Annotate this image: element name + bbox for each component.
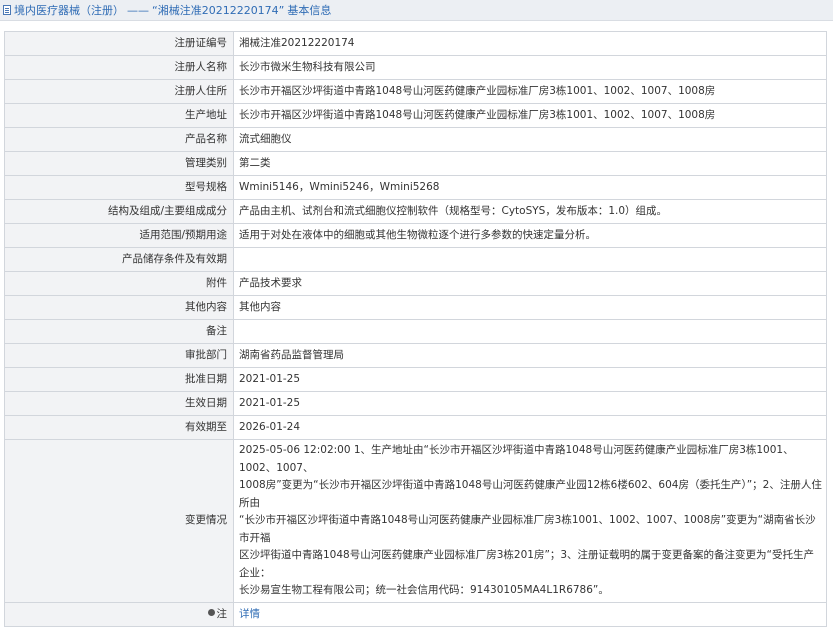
pin-icon [207,609,215,616]
row-label: 其他内容 [4,295,234,320]
breadcrumb: 境内医疗器械（注册） —— “湘械注准20212220174” 基本信息 [0,0,833,21]
row-label: 注册人住所 [4,79,234,104]
row-label: 管理类别 [4,151,234,176]
row-value: 2021-01-25 [233,367,827,392]
row-label: 型号规格 [4,175,234,200]
row-label: 产品名称 [4,127,234,152]
row-label: 生效日期 [4,391,234,416]
row-value: 产品技术要求 [233,271,827,296]
table-row: 注册人名称 长沙市微米生物科技有限公司 [4,55,827,80]
table-row: 批准日期 2021-01-25 [4,367,827,392]
row-value: 适用于对处在液体中的细胞或其他生物微粒逐个进行多参数的快速定量分析。 [233,223,827,248]
change-line: 区沙坪街道中青路1048号山河医药健康产业园标准厂房3栋201房”；3、注册证载… [239,549,815,579]
registration-info-table: 注册证编号 湘械注准20212220174 注册人名称 长沙市微米生物科技有限公司 … [4,31,827,627]
row-label: 有效期至 [4,415,234,440]
table-row: 注册证编号 湘械注准20212220174 [4,31,827,56]
row-value: 2026-01-24 [233,415,827,440]
row-value: 流式细胞仪 [233,127,827,152]
row-label: 审批部门 [4,343,234,368]
breadcrumb-separator: —— [127,3,149,17]
table-row: 附件 产品技术要求 [4,271,827,296]
table-row: 生产地址 长沙市开福区沙坪街道中青路1048号山河医药健康产业园标准厂房3栋100… [4,103,827,128]
table-row: 管理类别 第二类 [4,151,827,176]
row-label: 附件 [4,271,234,296]
table-row: 产品名称 流式细胞仪 [4,127,827,152]
table-row-note: 注 详情 [4,601,827,627]
row-label: 批准日期 [4,367,234,392]
table-row-change: 变更情况 2025-05-06 12:02:00 1、生产地址由“长沙市开福区沙… [4,439,827,603]
row-value: 湖南省药品监督管理局 [233,343,827,368]
table-row: 适用范围/预期用途 适用于对处在液体中的细胞或其他生物微粒逐个进行多参数的快速定量… [4,223,827,248]
breadcrumb-current: “湘械注准20212220174” [152,4,285,17]
table-row: 结构及组成/主要组成成分 产品由主机、试剂台和流式细胞仪控制软件（规格型号：Cyt… [4,199,827,224]
note-label: 注 [216,607,228,620]
table-row: 备注 [4,319,827,344]
row-label: 注册证编号 [4,31,234,56]
breadcrumb-tail: 基本信息 [287,4,332,17]
row-value: 长沙市微米生物科技有限公司 [233,55,827,80]
document-icon [3,5,11,15]
row-value [233,319,827,344]
row-value: 长沙市开福区沙坪街道中青路1048号山河医药健康产业园标准厂房3栋1001、10… [233,79,827,104]
row-value: 其他内容 [233,295,827,320]
change-line: 1008房”变更为“长沙市开福区沙坪街道中青路1048号山河医药健康产业园12栋… [239,479,822,509]
table-row: 有效期至 2026-01-24 [4,415,827,440]
breadcrumb-root-link[interactable]: 境内医疗器械（注册） [14,2,124,18]
note-label-cell: 注 [4,601,234,627]
change-line: 2025-05-06 12:02:00 1、生产地址由“长沙市开福区沙坪街道中青… [239,444,794,474]
table-row: 型号规格 Wmini5146，Wmini5246，Wmini5268 [4,175,827,200]
row-label: 生产地址 [4,103,234,128]
table-row: 审批部门 湖南省药品监督管理局 [4,343,827,368]
row-value: 产品由主机、试剂台和流式细胞仪控制软件（规格型号：CytoSYS，发布版本：1.… [233,199,827,224]
row-value [233,247,827,272]
table-row: 注册人住所 长沙市开福区沙坪街道中青路1048号山河医药健康产业园标准厂房3栋10… [4,79,827,104]
row-label: 适用范围/预期用途 [4,223,234,248]
table-row: 产品储存条件及有效期 [4,247,827,272]
row-label: 备注 [4,319,234,344]
row-value: 湘械注准20212220174 [233,31,827,56]
row-label: 结构及组成/主要组成成分 [4,199,234,224]
row-value: Wmini5146，Wmini5246，Wmini5268 [233,175,827,200]
row-value: 2021-01-25 [233,391,827,416]
row-label: 产品储存条件及有效期 [4,247,234,272]
row-value: 长沙市开福区沙坪街道中青路1048号山河医药健康产业园标准厂房3栋1001、10… [233,103,827,128]
table-row: 其他内容 其他内容 [4,295,827,320]
details-link[interactable]: 详情 [239,608,260,620]
row-label: 注册人名称 [4,55,234,80]
change-value: 2025-05-06 12:02:00 1、生产地址由“长沙市开福区沙坪街道中青… [233,439,827,603]
note-value: 详情 [233,601,827,627]
change-line: “长沙市开福区沙坪街道中青路1048号山河医药健康产业园标准厂房3栋1001、1… [239,514,816,544]
change-line: 长沙易宣生物工程有限公司；统一社会信用代码：91430105MA4L1R6786… [239,584,609,596]
table-row: 生效日期 2021-01-25 [4,391,827,416]
change-label: 变更情况 [4,439,234,603]
row-value: 第二类 [233,151,827,176]
